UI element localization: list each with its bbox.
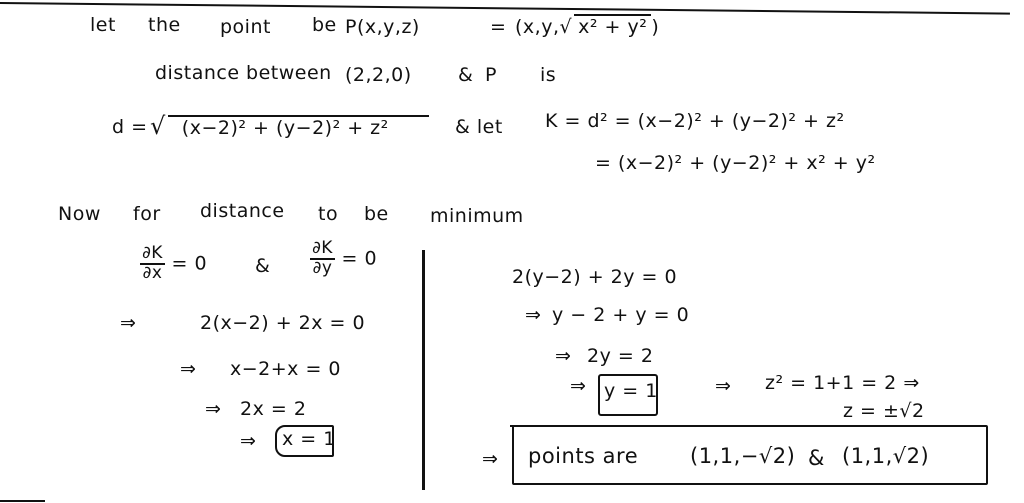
- denominator: ∂x: [142, 262, 163, 283]
- equals-zero: = 0: [341, 247, 378, 270]
- ampersand: &: [458, 64, 474, 86]
- top-page-edge: [0, 2, 1010, 15]
- z-result: z = ±√2: [843, 400, 925, 422]
- distance-radicand: (x−2)² + (y−2)² + z²: [167, 115, 429, 139]
- word-is: is: [540, 64, 557, 86]
- partial-k-y: ∂K ∂y = 0: [310, 238, 378, 278]
- point-2: (1,1,√2): [842, 444, 930, 468]
- word-the: the: [148, 14, 181, 36]
- left-step-1: 2(x−2) + 2x = 0: [200, 312, 366, 334]
- distance-formula: √ (x−2)² + (y−2)² + z²: [150, 112, 429, 140]
- z-step-expr: z² = 1+1 = 2 ⇒: [765, 372, 920, 394]
- right-step-1: 2(y−2) + 2y = 0: [512, 266, 678, 288]
- denominator: ∂y: [312, 257, 333, 278]
- word-to: to: [318, 203, 339, 225]
- word-let: let: [90, 14, 116, 36]
- left-step-2-arrow: ⇒: [180, 358, 197, 380]
- word-be2: be: [364, 203, 389, 225]
- point-p: P(x,y,z): [345, 16, 420, 38]
- numerator: ∂K: [310, 238, 335, 260]
- point-p-expanded: (x,y,√ x² + y²): [515, 14, 659, 38]
- left-step-4-arrow: ⇒: [240, 430, 257, 452]
- sqrt-sign: √: [150, 112, 166, 140]
- vertical-divider: [422, 250, 425, 490]
- y-result: y = 1: [604, 380, 658, 402]
- left-step-1-arrow: ⇒: [120, 312, 137, 334]
- conclusion-ampersand: &: [808, 446, 825, 470]
- right-step-3: 2y = 2: [587, 345, 654, 367]
- conclusion-text: points are: [528, 444, 639, 468]
- right-step-3-arrow: ⇒: [555, 345, 572, 367]
- tuple-start: (x,y,: [515, 16, 560, 38]
- distance-lhs: d =: [112, 116, 148, 138]
- equals-zero: = 0: [171, 252, 208, 275]
- word-now: Now: [58, 203, 101, 225]
- distance-between-text: distance between: [155, 62, 332, 84]
- and-let: & let: [455, 116, 503, 138]
- left-step-2: x−2+x = 0: [230, 358, 342, 380]
- ampersand-partials: &: [255, 255, 271, 277]
- right-step-2-arrow: ⇒: [525, 304, 542, 326]
- word-for: for: [133, 203, 161, 225]
- point-a: (2,2,0): [345, 64, 412, 86]
- x-result: x = 1: [282, 428, 336, 450]
- point-p-label: P: [485, 64, 497, 86]
- z-step-arrow: ⇒: [715, 375, 732, 397]
- right-step-4-arrow: ⇒: [570, 375, 587, 397]
- k-definition: K = d² = (x−2)² + (y−2)² + z²: [545, 110, 845, 132]
- word-distance: distance: [200, 200, 285, 222]
- right-step-2: y − 2 + y = 0: [552, 304, 690, 326]
- sqrt-sign: √: [559, 16, 573, 38]
- sqrt-radicand: x² + y²: [574, 14, 652, 38]
- tuple-end: ): [651, 16, 660, 38]
- point-1: (1,1,−√2): [690, 444, 796, 468]
- bottom-left-page-edge: [0, 500, 45, 502]
- left-step-3: 2x = 2: [240, 398, 307, 420]
- left-step-3-arrow: ⇒: [205, 398, 222, 420]
- word-minimum: minimum: [430, 205, 524, 227]
- partial-k-x: ∂K ∂x = 0: [140, 243, 208, 283]
- word-be: be: [312, 14, 337, 36]
- k-expanded: = (x−2)² + (y−2)² + x² + y²: [595, 152, 876, 174]
- numerator: ∂K: [140, 243, 165, 265]
- word-point: point: [220, 16, 271, 38]
- equals-sign: =: [490, 16, 507, 38]
- conclusion-arrow: ⇒: [482, 448, 499, 470]
